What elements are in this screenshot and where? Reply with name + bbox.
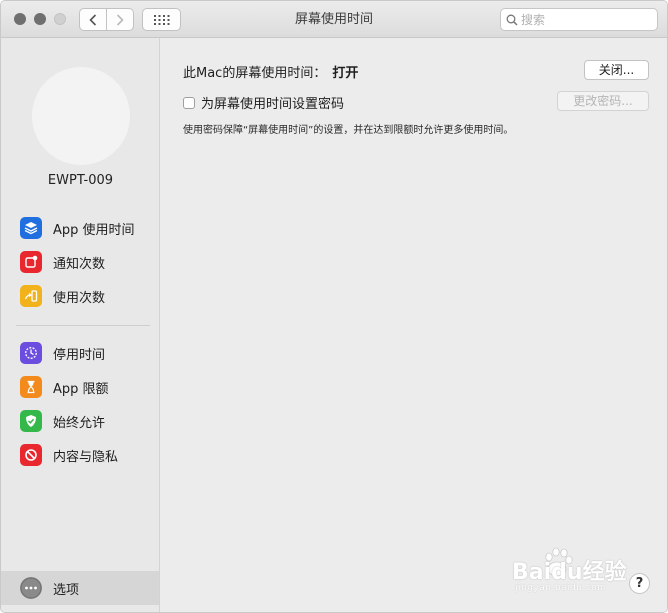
sidebar-item-label: 始终允许 <box>53 415 106 431</box>
sidebar-item-label: 停用时间 <box>53 347 106 363</box>
search-field[interactable] <box>500 8 658 31</box>
sidebar-item-always-allowed[interactable]: 始终允许 <box>1 404 159 438</box>
passcode-checkbox-label[interactable]: 为屏幕使用时间设置密码 <box>201 93 344 112</box>
sidebar-item-downtime[interactable]: 停用时间 <box>1 336 159 370</box>
help-button[interactable]: ? <box>629 573 650 594</box>
sidebar-item-notifications[interactable]: 通知次数 <box>1 245 159 279</box>
sidebar-item-app-limits[interactable]: App 限额 <box>1 370 159 404</box>
minimize-window-button[interactable] <box>34 13 46 25</box>
passcode-option[interactable]: 为屏幕使用时间设置密码 <box>183 93 344 112</box>
status-label: 此Mac的屏幕使用时间： <box>183 66 327 81</box>
status-value: 打开 <box>332 66 359 81</box>
sidebar-item-pickups[interactable]: 使用次数 <box>1 279 159 313</box>
chevron-right-icon <box>116 13 124 26</box>
grid-icon <box>153 14 169 25</box>
zoom-window-button[interactable] <box>54 13 66 25</box>
hourglass-icon <box>20 376 42 398</box>
sidebar-item-app-usage[interactable]: App 使用时间 <box>1 211 159 245</box>
sidebar-item-options[interactable]: 选项 <box>1 571 159 605</box>
back-button[interactable] <box>79 8 107 31</box>
more-icon <box>20 577 42 599</box>
restriction-icon <box>20 444 42 466</box>
pickup-icon <box>20 285 42 307</box>
change-passcode-button: 更改密码... <box>557 91 649 111</box>
search-input[interactable] <box>518 12 651 27</box>
sidebar-item-label: 使用次数 <box>53 290 106 306</box>
main-panel: 此Mac的屏幕使用时间： 打开 关闭... 为屏幕使用时间设置密码 更改密码...… <box>160 38 667 612</box>
passcode-checkbox[interactable] <box>183 96 195 109</box>
checkmark-shield-icon <box>20 410 42 432</box>
sidebar-item-label: App 使用时间 <box>53 222 135 238</box>
sidebar-item-label: 选项 <box>53 582 80 598</box>
sidebar-item-content-privacy[interactable]: 内容与隐私 <box>1 438 159 472</box>
avatar[interactable] <box>32 67 130 165</box>
downtime-icon <box>20 342 42 364</box>
show-all-button[interactable] <box>142 8 181 31</box>
turn-off-button[interactable]: 关闭... <box>584 60 649 80</box>
forward-button[interactable] <box>106 8 134 31</box>
preferences-window: 屏幕使用时间 搜索 EWPT-009 App 使用时间 通知次数 使用次数 停用… <box>0 0 668 613</box>
search-icon <box>506 14 518 26</box>
user-name: EWPT-009 <box>47 173 114 188</box>
screen-time-status: 此Mac的屏幕使用时间： 打开 <box>183 62 358 81</box>
passcode-description: 使用密码保障“屏幕使用时间”的设置，并在达到限额时允许更多使用时间。 <box>183 125 514 136</box>
notification-icon <box>20 251 42 273</box>
watermark-brand: Baidu经验 <box>512 560 627 585</box>
sidebar: EWPT-009 App 使用时间 通知次数 使用次数 停用时间 App 限额 … <box>1 38 160 612</box>
chevron-left-icon <box>89 13 97 26</box>
sidebar-item-label: 通知次数 <box>53 256 106 272</box>
title-bar: 屏幕使用时间 <box>1 1 667 38</box>
close-window-button[interactable] <box>14 13 26 25</box>
sidebar-item-label: 内容与隐私 <box>53 449 119 465</box>
sidebar-item-label: App 限额 <box>53 381 109 397</box>
watermark-url: jingyan.baidu.com <box>515 583 607 593</box>
layers-icon <box>20 217 42 239</box>
sidebar-divider <box>16 325 150 326</box>
